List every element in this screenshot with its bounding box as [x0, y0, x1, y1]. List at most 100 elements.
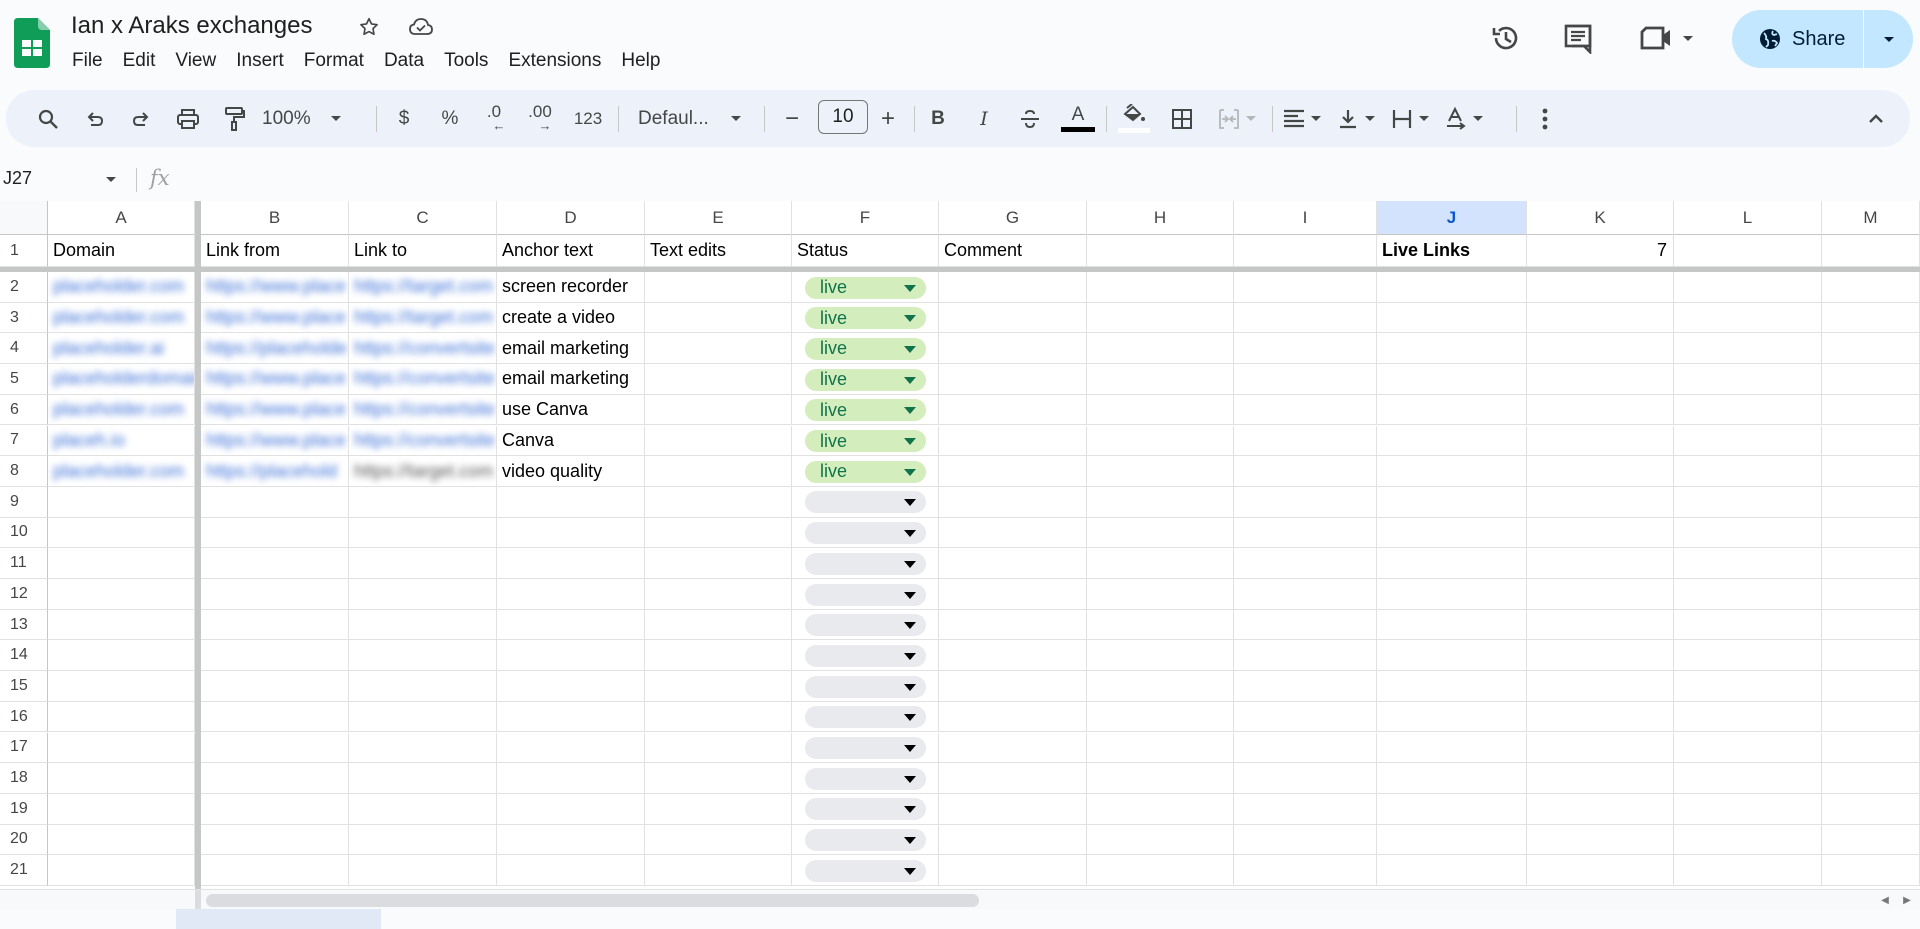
cell-c11[interactable] — [349, 548, 497, 579]
cell-i17[interactable] — [1234, 732, 1377, 764]
cell-a13[interactable] — [48, 609, 195, 641]
cell-a16[interactable] — [48, 701, 195, 733]
scroll-right-icon[interactable]: ▶ — [1898, 892, 1916, 908]
cell-a10[interactable] — [48, 517, 195, 549]
cell-i3[interactable] — [1234, 302, 1377, 334]
cell-l18[interactable] — [1674, 763, 1822, 794]
menu-format[interactable]: Format — [294, 48, 374, 74]
cell-d19[interactable] — [497, 793, 645, 825]
cell-i18[interactable] — [1234, 763, 1377, 794]
sheets-logo-icon[interactable] — [14, 18, 50, 68]
cell-h4[interactable] — [1087, 333, 1234, 365]
cell-a8[interactable]: placeholder.com — [48, 456, 195, 487]
sheet-tab-active[interactable] — [176, 909, 381, 929]
cell-g9[interactable] — [939, 486, 1087, 518]
cell-d11[interactable] — [497, 548, 645, 579]
column-header-i[interactable]: I — [1234, 201, 1377, 235]
font-select[interactable]: Defaul... — [628, 90, 754, 147]
scrollbar-thumb[interactable] — [206, 894, 979, 907]
cell-l16[interactable] — [1674, 701, 1822, 733]
cell-l5[interactable] — [1674, 364, 1822, 395]
video-call-dropdown-icon[interactable] — [1683, 35, 1693, 41]
cell-m3[interactable] — [1822, 302, 1920, 334]
menu-edit[interactable]: Edit — [113, 48, 166, 74]
status-dropdown-chip[interactable]: live — [805, 337, 926, 360]
cell-e17[interactable] — [645, 732, 792, 764]
cell-b20[interactable] — [201, 824, 349, 856]
cell-c6[interactable]: https://convertsite — [349, 394, 497, 426]
format-currency-button[interactable]: $ — [386, 90, 422, 147]
more-options-button[interactable] — [1530, 90, 1560, 147]
cell-e3[interactable] — [645, 302, 792, 334]
column-header-e[interactable]: E — [645, 201, 792, 235]
search-menus-button[interactable] — [28, 90, 68, 147]
cell-d18[interactable] — [497, 763, 645, 794]
cell-d17[interactable] — [497, 732, 645, 764]
row-header[interactable]: 15 — [0, 671, 48, 702]
cell-l2[interactable] — [1674, 272, 1822, 303]
cell-k16[interactable] — [1527, 701, 1674, 733]
cell-a15[interactable] — [48, 671, 195, 702]
name-box-dropdown-icon[interactable] — [106, 177, 116, 182]
status-dropdown-chip[interactable] — [805, 644, 926, 667]
cell-h19[interactable] — [1087, 793, 1234, 825]
horizontal-scrollbar[interactable]: ◀ ▶ — [0, 889, 1920, 910]
cell-i7[interactable] — [1234, 425, 1377, 457]
cell-g17[interactable] — [939, 732, 1087, 764]
cell-g11[interactable] — [939, 548, 1087, 579]
cell-i13[interactable] — [1234, 609, 1377, 641]
cell-k7[interactable] — [1527, 425, 1674, 457]
row-header[interactable]: 8 — [0, 456, 48, 487]
status-dropdown-chip[interactable] — [805, 706, 926, 729]
cell-l21[interactable] — [1674, 855, 1822, 886]
name-box[interactable]: J27 — [3, 168, 32, 189]
cell-j11[interactable] — [1377, 548, 1527, 579]
status-dropdown-chip[interactable]: live — [805, 276, 926, 299]
cell-e10[interactable] — [645, 517, 792, 549]
cell-j9[interactable] — [1377, 486, 1527, 518]
header-cell-i[interactable] — [1234, 235, 1377, 267]
decrease-font-size-button[interactable]: − — [774, 90, 810, 147]
cell-k3[interactable] — [1527, 302, 1674, 334]
cell-j19[interactable] — [1377, 793, 1527, 825]
cell-h18[interactable] — [1087, 763, 1234, 794]
cell-a11[interactable] — [48, 548, 195, 579]
cell-g12[interactable] — [939, 579, 1087, 610]
cell-j16[interactable] — [1377, 701, 1527, 733]
row-header[interactable]: 18 — [0, 763, 48, 794]
cell-a3[interactable]: placeholder.com — [48, 302, 195, 334]
column-header-m[interactable]: M — [1822, 201, 1920, 235]
cell-g2[interactable] — [939, 272, 1087, 303]
cell-c19[interactable] — [349, 793, 497, 825]
cell-d10[interactable] — [497, 517, 645, 549]
header-cell-b[interactable]: Link from — [201, 235, 349, 267]
cell-i20[interactable] — [1234, 824, 1377, 856]
cell-h20[interactable] — [1087, 824, 1234, 856]
cell-e16[interactable] — [645, 701, 792, 733]
cell-e18[interactable] — [645, 763, 792, 794]
column-header-c[interactable]: C — [349, 201, 497, 235]
cell-h16[interactable] — [1087, 701, 1234, 733]
status-dropdown-chip[interactable] — [805, 491, 926, 514]
cell-g3[interactable] — [939, 302, 1087, 334]
cell-k14[interactable] — [1527, 640, 1674, 672]
cell-i2[interactable] — [1234, 272, 1377, 303]
version-history-icon[interactable] — [1488, 20, 1524, 56]
header-cell-c[interactable]: Link to — [349, 235, 497, 267]
header-cell-g[interactable]: Comment — [939, 235, 1087, 267]
cell-m4[interactable] — [1822, 333, 1920, 365]
cell-i19[interactable] — [1234, 793, 1377, 825]
cell-a6[interactable]: placeholder.com — [48, 394, 195, 426]
cell-e13[interactable] — [645, 609, 792, 641]
cell-l7[interactable] — [1674, 425, 1822, 457]
header-cell-f[interactable]: Status — [792, 235, 939, 267]
cell-k2[interactable] — [1527, 272, 1674, 303]
cell-k17[interactable] — [1527, 732, 1674, 764]
cell-l17[interactable] — [1674, 732, 1822, 764]
cell-a12[interactable] — [48, 579, 195, 610]
cell-e2[interactable] — [645, 272, 792, 303]
cell-a17[interactable] — [48, 732, 195, 764]
status-dropdown-chip[interactable]: live — [805, 460, 926, 483]
header-cell-a[interactable]: Domain — [48, 235, 195, 267]
cell-j5[interactable] — [1377, 364, 1527, 395]
